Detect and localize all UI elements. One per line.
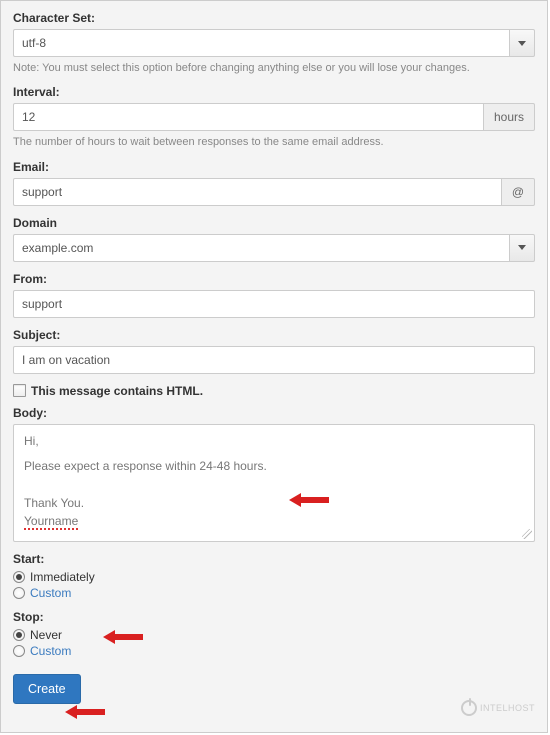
interval-input[interactable] — [13, 103, 484, 131]
interval-unit: hours — [484, 103, 535, 131]
stop-label: Stop: — [13, 610, 535, 624]
domain-dropdown-button[interactable] — [509, 234, 535, 262]
annotation-arrow-icon — [65, 703, 105, 724]
watermark-text: INTELHOST — [480, 703, 535, 713]
start-radio-group: Immediately Custom — [13, 570, 535, 600]
body-textarea[interactable]: Hi, Please expect a response within 24-4… — [13, 424, 535, 542]
body-line: Thank You. — [24, 495, 524, 512]
email-input[interactable] — [13, 178, 502, 206]
interval-label: Interval: — [13, 85, 535, 99]
subject-input[interactable] — [13, 346, 535, 374]
html-checkbox-line[interactable]: This message contains HTML. — [13, 384, 535, 398]
body-line: Yourname — [24, 513, 524, 530]
charset-dropdown-button[interactable] — [509, 29, 535, 57]
start-option-custom[interactable]: Custom — [13, 586, 535, 600]
interval-group: Interval: hours The number of hours to w… — [13, 85, 535, 149]
stop-radio-group: Never Custom — [13, 628, 535, 658]
email-group: Email: @ — [13, 160, 535, 206]
subject-group: Subject: — [13, 328, 535, 374]
radio-label: Custom — [30, 586, 71, 600]
charset-label: Character Set: — [13, 11, 535, 25]
body-label: Body: — [13, 406, 535, 420]
form-panel: Character Set: utf-8 Note: You must sele… — [0, 0, 548, 733]
radio-icon[interactable] — [13, 629, 25, 641]
watermark: INTELHOST — [461, 700, 535, 716]
from-input[interactable] — [13, 290, 535, 318]
radio-label: Never — [30, 628, 62, 642]
start-option-immediately[interactable]: Immediately — [13, 570, 535, 584]
email-label: Email: — [13, 160, 535, 174]
start-label: Start: — [13, 552, 535, 566]
domain-value: example.com — [13, 234, 509, 262]
radio-icon[interactable] — [13, 571, 25, 583]
body-line: Please expect a response within 24-48 ho… — [24, 458, 524, 475]
chevron-down-icon — [518, 245, 526, 250]
spellcheck-word: Yourname — [24, 515, 78, 530]
stop-group: Stop: Never Custom — [13, 610, 535, 658]
email-input-wrap: @ — [13, 178, 535, 206]
charset-select[interactable]: utf-8 — [13, 29, 535, 57]
body-line: Hi, — [24, 433, 524, 450]
subject-label: Subject: — [13, 328, 535, 342]
create-button[interactable]: Create — [13, 674, 81, 704]
html-checkbox-label: This message contains HTML. — [31, 384, 203, 398]
radio-icon[interactable] — [13, 645, 25, 657]
interval-help: The number of hours to wait between resp… — [13, 135, 535, 149]
domain-label: Domain — [13, 216, 535, 230]
body-group: Body: Hi, Please expect a response withi… — [13, 406, 535, 542]
radio-label: Custom — [30, 644, 71, 658]
chevron-down-icon — [518, 41, 526, 46]
domain-select[interactable]: example.com — [13, 234, 535, 262]
from-label: From: — [13, 272, 535, 286]
watermark-icon — [461, 700, 477, 716]
start-group: Start: Immediately Custom — [13, 552, 535, 600]
from-group: From: — [13, 272, 535, 318]
stop-option-custom[interactable]: Custom — [13, 644, 535, 658]
radio-icon[interactable] — [13, 587, 25, 599]
interval-input-wrap: hours — [13, 103, 535, 131]
radio-label: Immediately — [30, 570, 95, 584]
charset-group: Character Set: utf-8 Note: You must sele… — [13, 11, 535, 75]
email-addon: @ — [502, 178, 535, 206]
resize-handle-icon[interactable] — [522, 529, 532, 539]
domain-group: Domain example.com — [13, 216, 535, 262]
html-checkbox[interactable] — [13, 384, 26, 397]
charset-help: Note: You must select this option before… — [13, 61, 535, 75]
stop-option-never[interactable]: Never — [13, 628, 535, 642]
charset-value: utf-8 — [13, 29, 509, 57]
